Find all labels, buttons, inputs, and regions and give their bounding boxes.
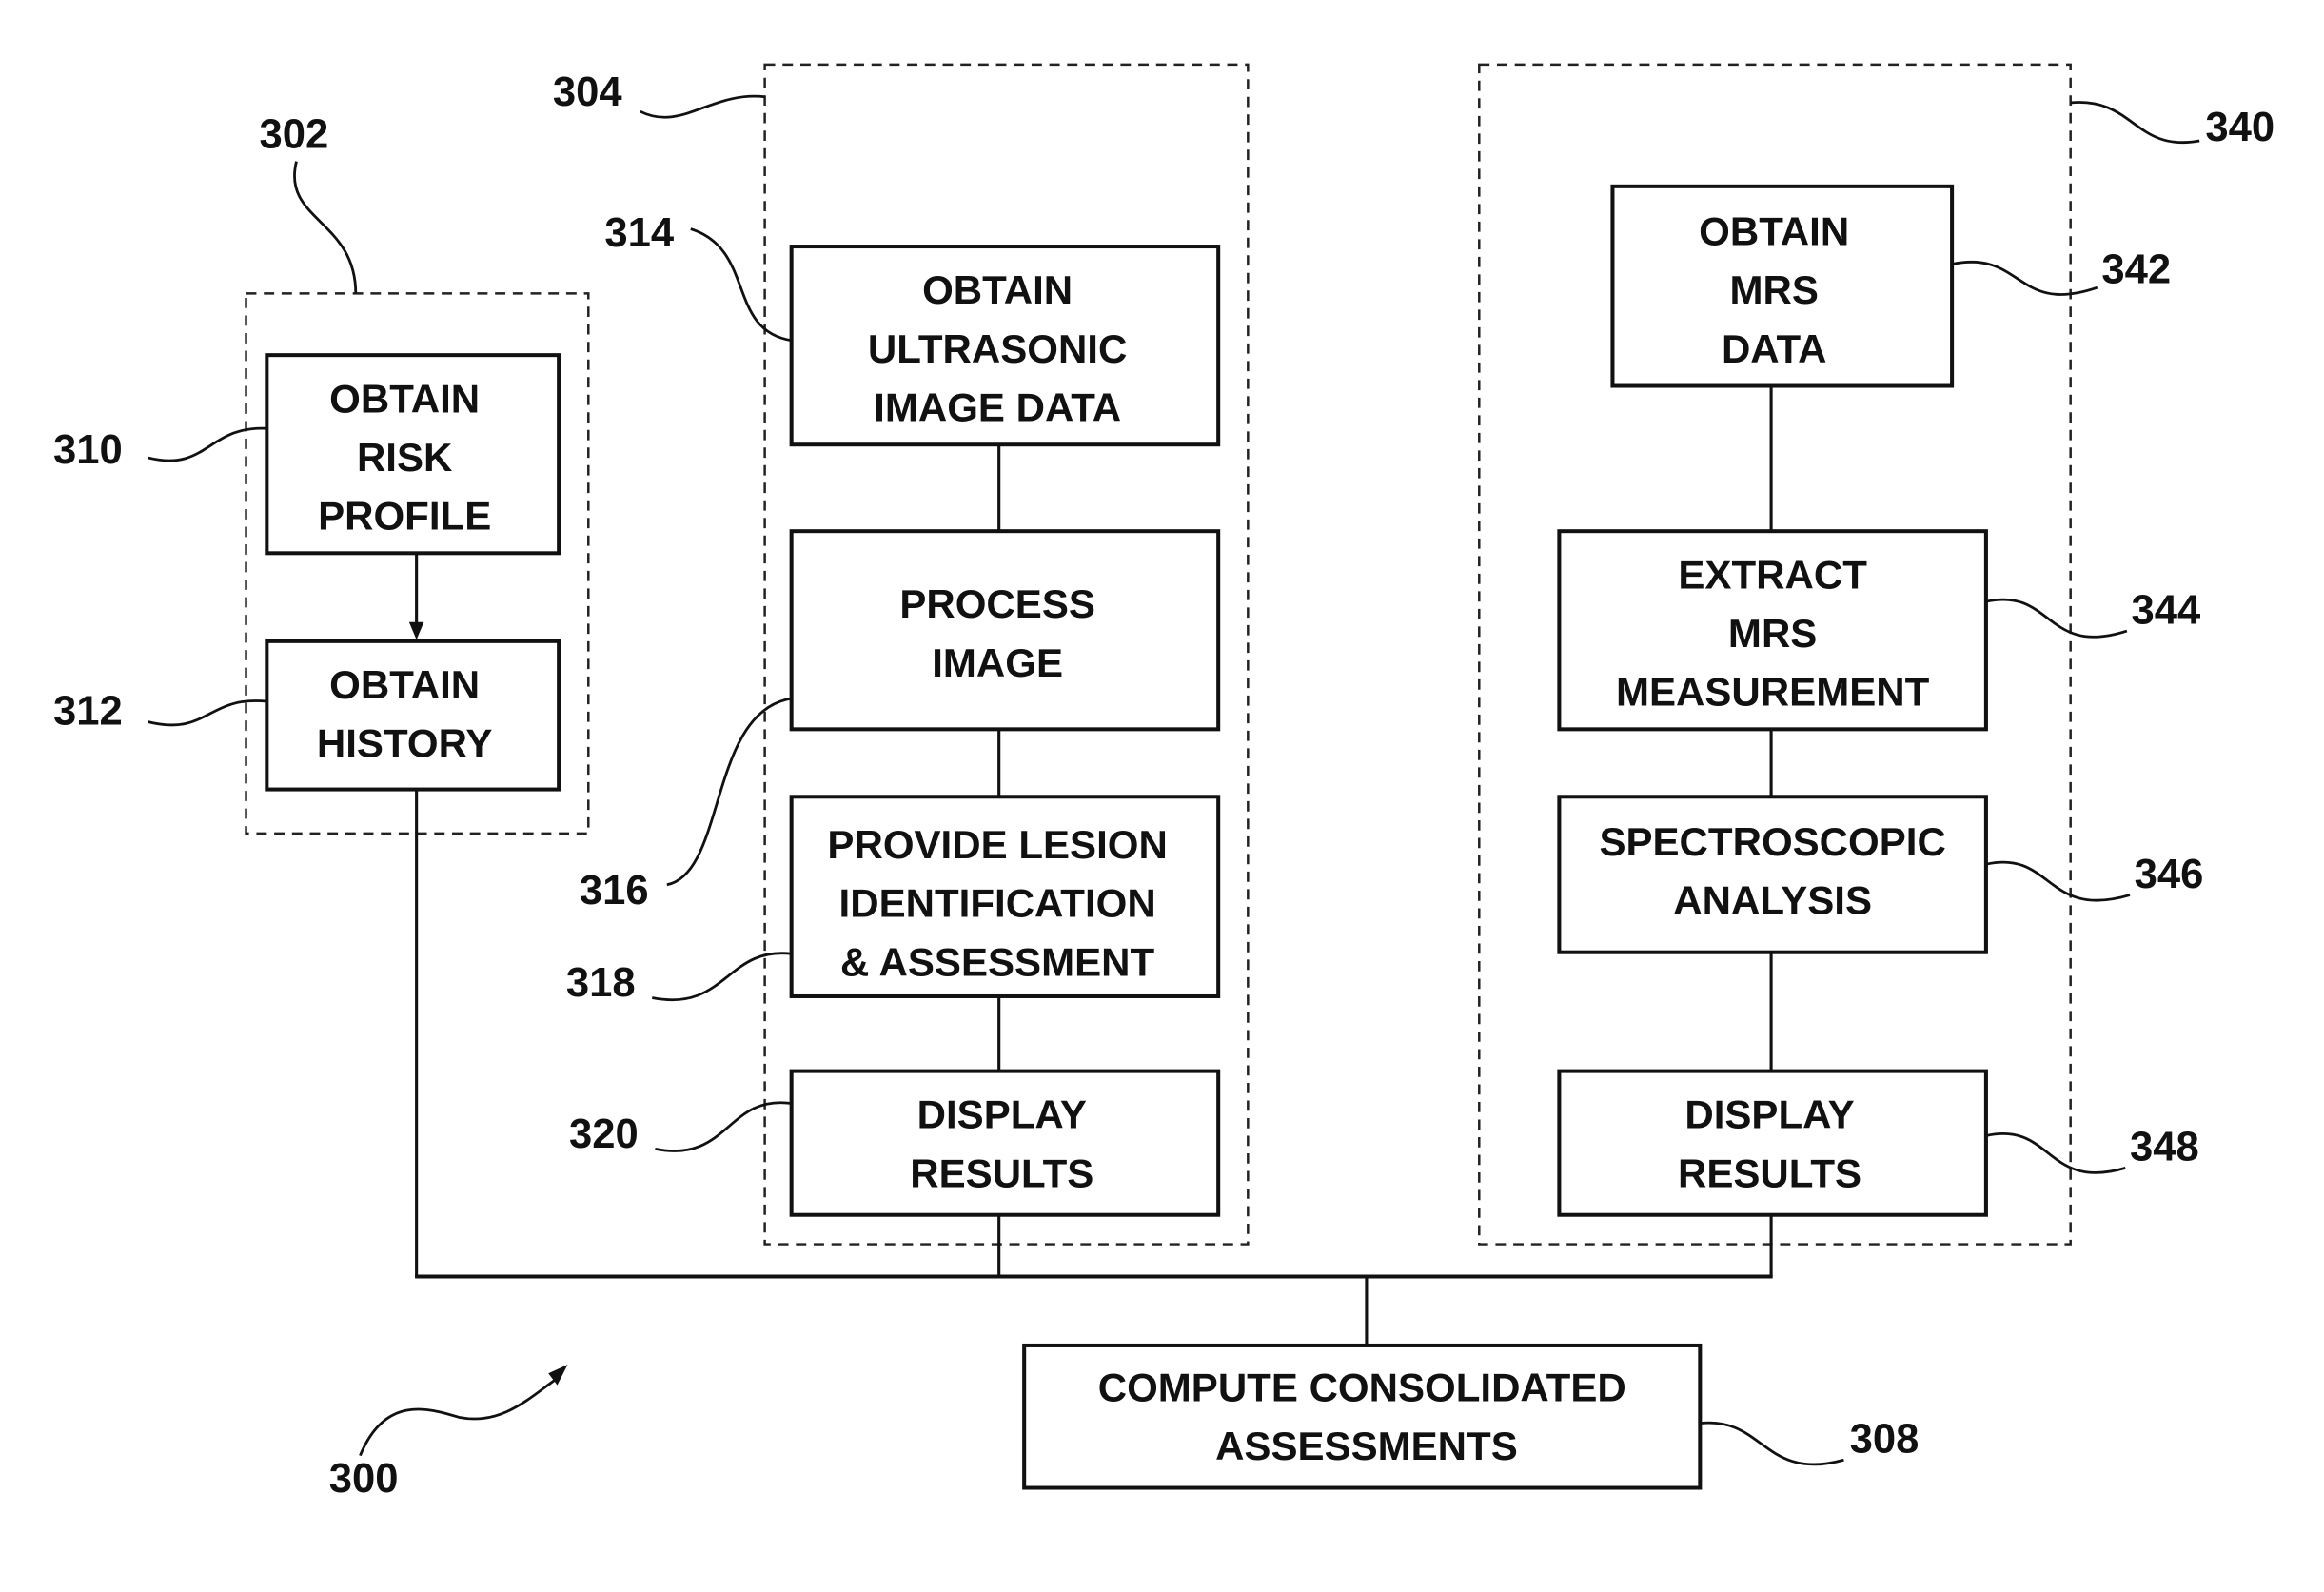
leader-312 <box>148 699 267 727</box>
step-310-line-3: PROFILE <box>318 494 491 539</box>
flowchart-diagram: OBTAIN RISK PROFILE OBTAIN HISTORY OBTAI… <box>53 63 2275 1502</box>
ref-346: 346 <box>2135 852 2204 897</box>
ref-300: 300 <box>329 1456 399 1502</box>
ref-320: 320 <box>569 1111 639 1157</box>
leader-340 <box>2070 101 2200 145</box>
leader-308 <box>1700 1421 1844 1466</box>
step-320: DISPLAY RESULTS <box>789 1069 1221 1217</box>
ref-344: 344 <box>2132 588 2201 634</box>
step-310-line-1: OBTAIN <box>329 376 480 421</box>
ref-318: 318 <box>566 960 636 1006</box>
step-344-line-3: MEASUREMENT <box>1616 670 1930 715</box>
step-314-line-1: OBTAIN <box>922 267 1073 312</box>
ref-308: 308 <box>1850 1417 1920 1463</box>
step-348-line-1: DISPLAY <box>1684 1092 1854 1137</box>
step-318: PROVIDE LESION IDENTIFICATION & ASSESSME… <box>789 795 1221 998</box>
step-342: OBTAIN MRS DATA <box>1610 184 1955 388</box>
step-320-line-1: DISPLAY <box>917 1092 1087 1137</box>
leader-304 <box>640 94 765 119</box>
step-318-line-3: & ASSESSMENT <box>840 940 1155 985</box>
step-308: COMPUTE CONSOLIDATED ASSESSMENTS <box>1022 1343 1703 1490</box>
step-314-line-2: ULTRASONIC <box>868 326 1127 371</box>
ref-302: 302 <box>260 112 329 158</box>
step-346: SPECTROSCOPIC ANALYSIS <box>1557 795 1988 954</box>
step-308-line-2: ASSESSMENTS <box>1215 1424 1518 1468</box>
ref-340: 340 <box>2205 105 2275 150</box>
leader-310 <box>148 426 267 462</box>
leader-342 <box>1951 260 2098 296</box>
step-318-line-1: PROVIDE LESION <box>827 822 1167 867</box>
leader-314 <box>690 227 792 343</box>
step-344-line-1: EXTRACT <box>1678 553 1867 598</box>
step-310: OBTAIN RISK PROFILE <box>265 353 561 556</box>
ref-316: 316 <box>580 868 649 914</box>
step-312-line-1: OBTAIN <box>329 662 480 707</box>
step-316: PROCESS IMAGE <box>789 529 1221 732</box>
step-314: OBTAIN ULTRASONIC IMAGE DATA <box>789 245 1221 447</box>
leader-344 <box>1985 598 2128 639</box>
ref-304: 304 <box>553 69 622 115</box>
leader-346 <box>1985 860 2131 902</box>
step-308-line-1: COMPUTE CONSOLIDATED <box>1098 1366 1626 1410</box>
step-342-line-1: OBTAIN <box>1699 209 1849 254</box>
ref-342: 342 <box>2101 247 2171 293</box>
step-346-line-2: ANALYSIS <box>1673 878 1872 923</box>
leader-348 <box>1985 1132 2126 1174</box>
ref-314: 314 <box>604 210 674 256</box>
leader-318 <box>651 952 792 1001</box>
step-342-line-3: DATA <box>1722 326 1827 371</box>
step-318-line-2: IDENTIFICATION <box>839 881 1156 926</box>
step-314-line-3: IMAGE DATA <box>874 385 1121 430</box>
step-320-line-2: RESULTS <box>910 1151 1093 1196</box>
arrowhead-310-to-312 <box>408 621 424 640</box>
step-316-line-2: IMAGE <box>932 640 1063 685</box>
step-348-line-2: RESULTS <box>1678 1151 1861 1196</box>
ref-310: 310 <box>53 427 123 473</box>
step-316-line-1: PROCESS <box>899 581 1095 626</box>
leader-302 <box>293 161 358 294</box>
ref-348: 348 <box>2130 1125 2199 1170</box>
step-344-line-2: MRS <box>1728 611 1817 656</box>
step-346-line-1: SPECTROSCOPIC <box>1599 819 1945 864</box>
step-312: OBTAIN HISTORY <box>265 639 561 792</box>
step-342-line-2: MRS <box>1729 267 1818 312</box>
leader-316 <box>666 697 792 887</box>
leader-320 <box>655 1101 792 1152</box>
leader-300 <box>359 1375 561 1457</box>
step-310-line-2: RISK <box>357 435 452 480</box>
step-348: DISPLAY RESULTS <box>1557 1069 1988 1217</box>
step-312-line-2: HISTORY <box>317 721 493 766</box>
step-344: EXTRACT MRS MEASUREMENT <box>1557 529 1988 732</box>
ref-312: 312 <box>53 689 123 735</box>
